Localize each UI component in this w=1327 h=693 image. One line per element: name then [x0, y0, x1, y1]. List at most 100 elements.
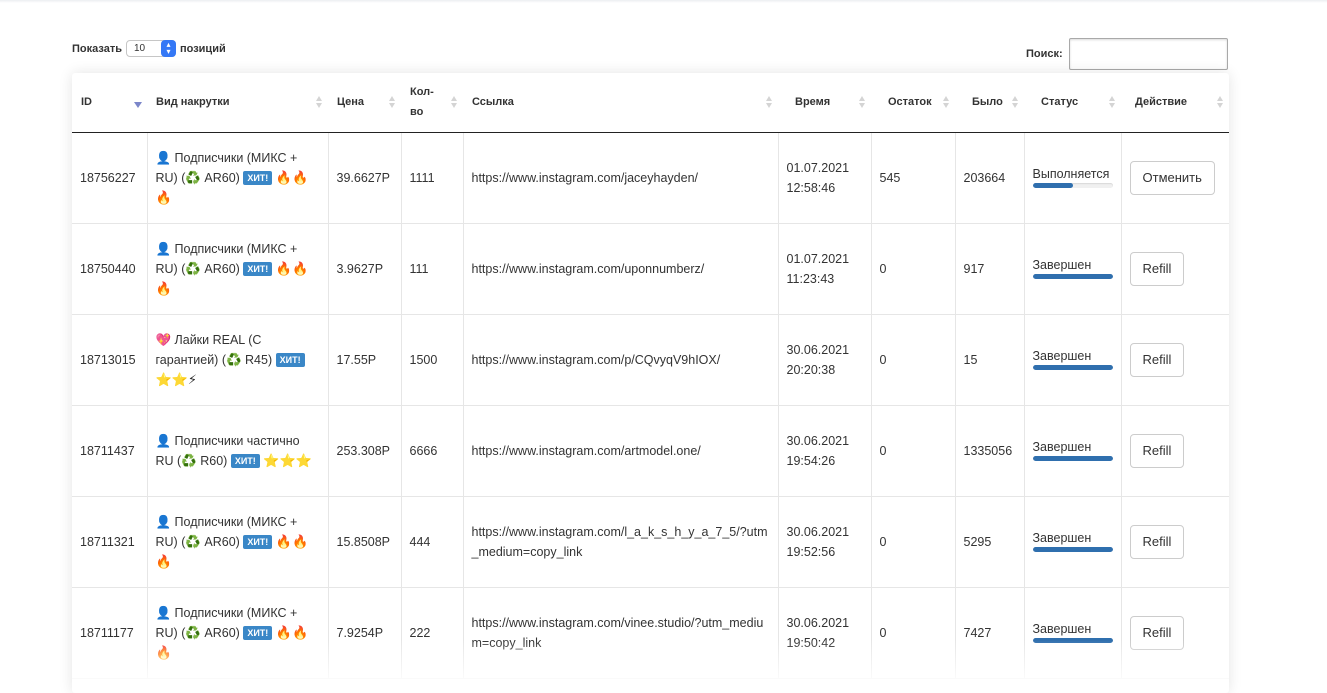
order-date: 30.06.2021	[786, 342, 850, 357]
hit-badge: ХИТ!	[230, 453, 260, 468]
order-price: 17.55Р	[328, 314, 402, 406]
status-cell: Завершен	[1024, 314, 1122, 406]
refill-button[interactable]: Refill	[1129, 251, 1185, 286]
table-row: 18711437 👤 Подписчики частично RU (♻️ R6…	[72, 405, 1229, 497]
refill-button[interactable]: Refill	[1129, 615, 1185, 650]
order-remains: 0	[871, 587, 956, 679]
progress-bar	[1032, 183, 1113, 188]
order-date: 30.06.2021	[786, 615, 850, 630]
status-text: Завершен	[1032, 622, 1092, 636]
order-link: https://www.instagram.com/artmodel.one/	[463, 405, 779, 497]
action-cell: Refill	[1121, 587, 1229, 679]
hit-badge: ХИТ!	[243, 261, 273, 276]
order-id: 18750440	[72, 223, 148, 315]
order-remains: 0	[871, 223, 956, 315]
progress-bar	[1032, 456, 1113, 461]
sort-icon	[943, 96, 950, 109]
service-cell: 💖 Лайки REAL (С гарантией) (♻️ R45) ХИТ!…	[147, 314, 329, 406]
order-price: 3.9627Р	[328, 223, 402, 315]
refill-button[interactable]: Refill	[1129, 433, 1185, 468]
positions-label: позиций	[179, 42, 226, 55]
order-quantity: 111	[401, 223, 464, 315]
page-length-control: Показать 10 ▴ ▾ позиций	[72, 40, 226, 57]
column-header-time[interactable]: Время	[778, 73, 871, 133]
top-divider	[0, 0, 1327, 3]
service-emoji: ⭐⭐⚡	[155, 371, 198, 387]
service-name: 💖 Лайки REAL (С гарантией) (♻️ R45)	[155, 332, 273, 367]
order-clock: 12:58:46	[786, 180, 836, 195]
search-input[interactable]	[1068, 38, 1228, 70]
order-remains: 0	[871, 314, 956, 406]
progress-fill	[1032, 274, 1113, 279]
table-row: 18713015 💖 Лайки REAL (С гарантией) (♻️ …	[72, 314, 1229, 406]
action-cell: Отменить	[1121, 132, 1229, 224]
order-date: 30.06.2021	[786, 524, 850, 539]
progress-fill	[1032, 365, 1113, 370]
hit-badge: ХИТ!	[243, 534, 273, 549]
progress-bar	[1032, 547, 1113, 552]
sort-icon	[859, 96, 866, 109]
sort-icon	[1012, 96, 1019, 109]
order-quantity: 444	[401, 496, 464, 588]
order-start-count: 917	[955, 223, 1025, 315]
service-cell: 👤 Подписчики (МИКС + RU) (♻️ AR60) ХИТ! …	[147, 132, 329, 224]
status-text: Завершен	[1032, 531, 1092, 545]
cancel-button[interactable]: Отменить	[1129, 160, 1215, 195]
service-cell: 👤 Подписчики частично RU (♻️ R60) ХИТ! ⭐…	[147, 405, 329, 497]
order-remains: 0	[871, 405, 956, 497]
status-text: Завершен	[1032, 349, 1092, 363]
order-clock: 19:52:56	[786, 544, 836, 559]
sort-icon	[451, 96, 458, 109]
sort-desc-icon	[134, 102, 142, 108]
column-header-quantity[interactable]: Кол-во	[401, 73, 463, 133]
progress-fill	[1032, 456, 1113, 461]
status-cell: Выполняется	[1024, 132, 1122, 224]
service-cell: 👤 Подписчики (МИКС + RU) (♻️ AR60) ХИТ! …	[147, 496, 329, 588]
sort-icon	[1109, 96, 1116, 109]
status-cell: Завершен	[1024, 587, 1122, 679]
status-cell: Завершен	[1024, 405, 1122, 497]
service-emoji: ⭐⭐⭐	[263, 452, 312, 468]
order-clock: 11:23:43	[786, 271, 835, 286]
progress-bar	[1032, 274, 1113, 279]
column-header-remains[interactable]: Остаток	[871, 73, 955, 133]
order-quantity: 1111	[401, 132, 464, 224]
column-header-service[interactable]: Вид накрутки	[147, 73, 328, 133]
search-box: Поиск:	[1026, 38, 1228, 70]
sort-icon	[1217, 96, 1224, 109]
order-start-count: 1335056	[955, 405, 1025, 497]
column-header-id[interactable]: ID	[72, 73, 147, 133]
column-header-price[interactable]: Цена	[328, 73, 401, 133]
status-cell: Завершен	[1024, 223, 1122, 315]
status-text: Завершен	[1032, 440, 1092, 454]
order-price: 15.8508Р	[328, 496, 402, 588]
progress-bar	[1032, 365, 1113, 370]
show-label: Показать	[72, 42, 122, 55]
order-start-count: 7427	[955, 587, 1025, 679]
service-cell: 👤 Подписчики (МИКС + RU) (♻️ AR60) ХИТ! …	[147, 587, 329, 679]
order-start-count: 203664	[955, 132, 1025, 224]
table-row: 18750440 👤 Подписчики (МИКС + RU) (♻️ AR…	[72, 223, 1229, 315]
order-time: 30.06.2021 19:52:56	[778, 496, 872, 588]
column-header-link[interactable]: Ссылка	[463, 73, 778, 133]
sort-icon	[316, 96, 323, 109]
page-length-value: 10	[133, 43, 146, 54]
order-id: 18711437	[72, 405, 148, 497]
progress-fill	[1032, 183, 1073, 188]
sort-icon	[389, 96, 396, 109]
page-length-select[interactable]: 10 ▴ ▾	[125, 40, 176, 57]
order-price: 7.9254Р	[328, 587, 402, 679]
order-id: 18713015	[72, 314, 148, 406]
order-id: 18711321	[72, 496, 148, 588]
service-cell: 👤 Подписчики (МИКС + RU) (♻️ AR60) ХИТ! …	[147, 223, 329, 315]
order-clock: 19:50:42	[786, 635, 836, 650]
column-header-start-count[interactable]: Было	[955, 73, 1024, 133]
action-cell: Refill	[1121, 496, 1229, 588]
column-header-status[interactable]: Статус	[1024, 73, 1121, 133]
order-date: 30.06.2021	[786, 433, 850, 448]
order-quantity: 222	[401, 587, 464, 679]
refill-button[interactable]: Refill	[1129, 342, 1185, 377]
refill-button[interactable]: Refill	[1129, 524, 1185, 559]
order-quantity: 6666	[401, 405, 464, 497]
column-header-action[interactable]: Действие	[1121, 73, 1229, 133]
